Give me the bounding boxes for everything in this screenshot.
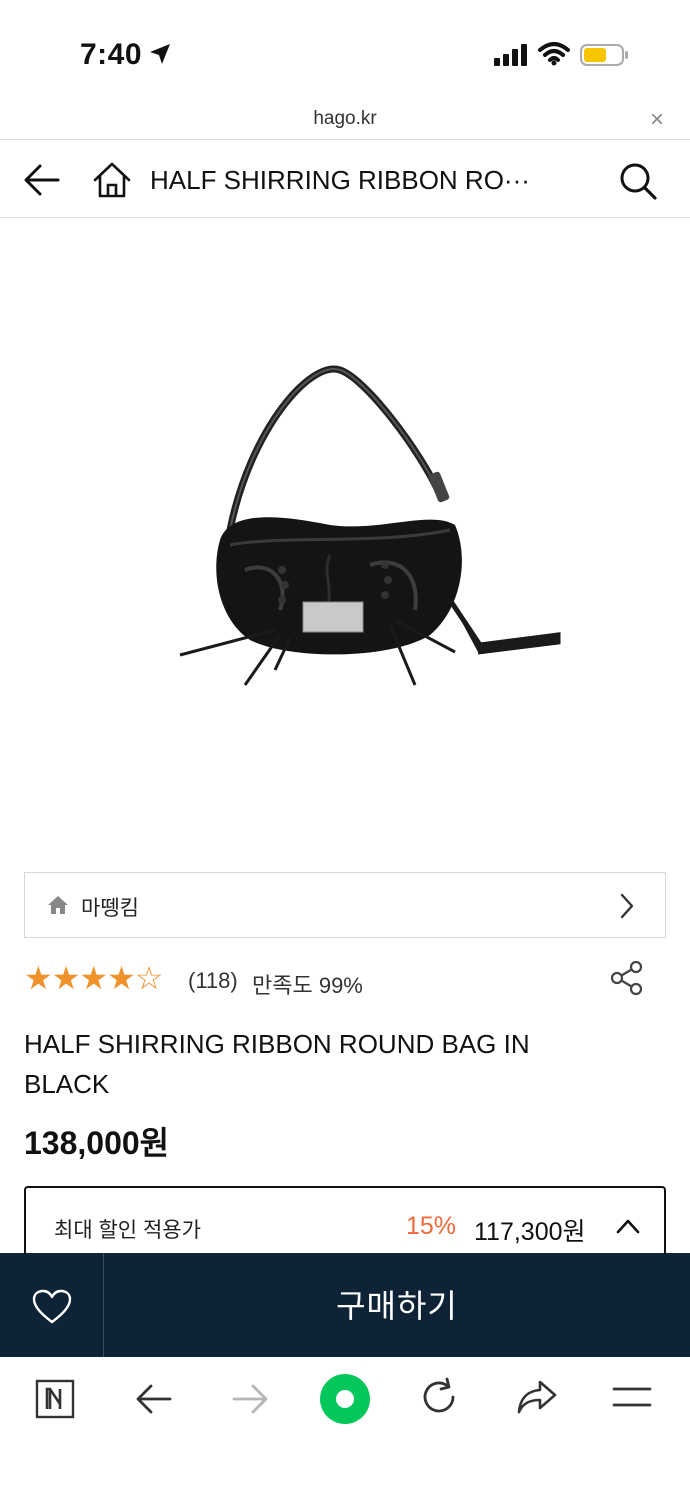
max-discount-panel[interactable]: 최대 할인 적용가 15% 117,300원: [24, 1186, 666, 1256]
refresh-icon[interactable]: [420, 1377, 470, 1427]
search-icon[interactable]: [618, 161, 658, 201]
url-domain: hago.kr: [313, 108, 377, 129]
header-title: HALF SHIRRING RIBBON RO···: [150, 165, 530, 195]
location-arrow-icon: [148, 42, 172, 71]
review-count[interactable]: (118): [188, 968, 238, 994]
page-header: HALF SHIRRING RIBBON RO···: [0, 141, 690, 218]
rating-row: ★★★★☆ (118) 만족도 99%: [24, 960, 666, 1000]
brand-name: 마뗑킴: [81, 897, 139, 920]
wishlist-button[interactable]: [0, 1253, 104, 1357]
browser-toolbar: [0, 1357, 690, 1500]
menu-icon[interactable]: [612, 1385, 662, 1435]
back-icon[interactable]: [134, 1381, 184, 1431]
back-arrow-icon[interactable]: [22, 163, 62, 197]
signal-icon: [494, 44, 528, 71]
product-image[interactable]: [0, 220, 690, 860]
green-dot-icon[interactable]: [320, 1374, 370, 1424]
home-icon[interactable]: [92, 161, 132, 199]
buy-bar: 구매하기: [0, 1253, 690, 1357]
chevron-right-icon: [619, 893, 635, 924]
wifi-icon: [538, 42, 570, 71]
discount-rate: 15%: [406, 1212, 457, 1240]
product-price: 138,000원: [24, 1125, 170, 1161]
discount-price: 117,300원: [474, 1218, 586, 1246]
store-home-icon: [47, 895, 69, 920]
close-icon[interactable]: ×: [650, 106, 664, 134]
battery-icon: [580, 43, 630, 72]
status-bar: 7:40: [0, 0, 690, 100]
status-time: 7:40: [80, 38, 143, 71]
brand-store-link[interactable]: 마뗑킴: [24, 872, 666, 938]
naver-n-icon[interactable]: [34, 1379, 84, 1429]
url-bar[interactable]: hago.kr ×: [0, 100, 690, 140]
buy-button-label: 구매하기: [336, 1288, 458, 1324]
satisfaction-rate: 만족도 99%: [252, 973, 363, 998]
buy-button[interactable]: 구매하기: [104, 1253, 690, 1357]
product-title: HALF SHIRRING RIBBON ROUND BAG IN BLACK: [24, 1029, 530, 1099]
heart-icon: [32, 1289, 72, 1324]
forward-icon[interactable]: [230, 1381, 280, 1431]
rating-stars[interactable]: ★★★★☆: [24, 960, 164, 996]
bag-illustration: [179, 365, 561, 686]
stars-empty: ☆: [134, 960, 164, 996]
discount-label: 최대 할인 적용가: [54, 1219, 201, 1242]
share-icon[interactable]: [610, 960, 644, 1001]
share-arrow-icon[interactable]: [516, 1379, 566, 1429]
chevron-up-icon[interactable]: [616, 1218, 640, 1239]
stars-filled: ★★★★: [24, 960, 136, 996]
